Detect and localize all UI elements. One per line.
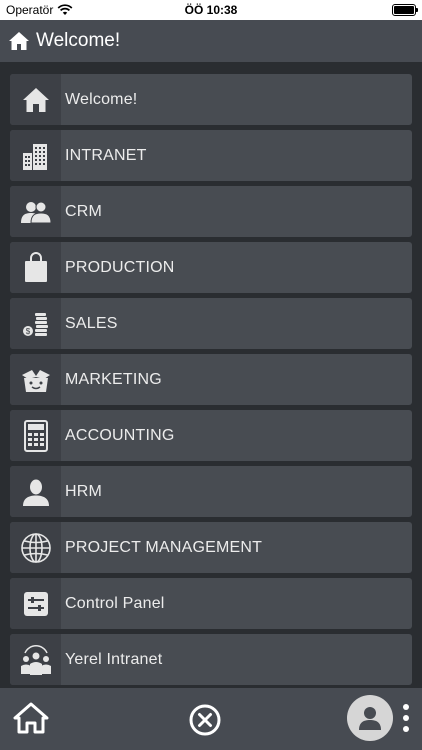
menu-item-label: HRM bbox=[65, 482, 103, 500]
menu-item-crm[interactable]: CRM bbox=[10, 186, 412, 237]
menu-item-label: PRODUCTION bbox=[65, 258, 175, 276]
users-icon bbox=[20, 199, 52, 225]
menu-item-label: Welcome! bbox=[65, 90, 138, 108]
buildings-icon bbox=[21, 141, 51, 171]
svg-text:$: $ bbox=[25, 327, 30, 336]
menu-item-intranet[interactable]: INTRANET bbox=[10, 130, 412, 181]
menu-item-marketing[interactable]: MARKETING bbox=[10, 354, 412, 405]
more-vertical-icon[interactable] bbox=[401, 703, 411, 733]
menu-item-accounting[interactable]: ACCOUNTING bbox=[10, 410, 412, 461]
gift-box-icon bbox=[20, 366, 52, 394]
menu-item-label: CRM bbox=[65, 202, 103, 220]
person-icon bbox=[21, 477, 51, 507]
menu-item-label: PROJECT MANAGEMENT bbox=[65, 538, 263, 556]
shopping-bag-icon bbox=[23, 251, 49, 284]
menu-item-control-panel[interactable]: Control Panel bbox=[10, 578, 412, 629]
home-icon bbox=[21, 86, 51, 114]
menu-item-production[interactable]: PRODUCTION bbox=[10, 242, 412, 293]
close-circle-icon[interactable] bbox=[189, 704, 221, 736]
avatar[interactable] bbox=[347, 695, 393, 741]
home-icon[interactable] bbox=[8, 30, 30, 52]
calculator-icon bbox=[23, 419, 49, 452]
menu-item-hrm[interactable]: HRM bbox=[10, 466, 412, 517]
page-title: Welcome! bbox=[36, 30, 121, 51]
menu-item-label: SALES bbox=[65, 314, 118, 332]
team-icon bbox=[19, 644, 53, 676]
app-header: Welcome! bbox=[0, 20, 422, 62]
menu-item-label: Yerel Intranet bbox=[65, 650, 163, 668]
menu-item-project-management[interactable]: PROJECT MANAGEMENT bbox=[10, 522, 412, 573]
menu-item-label: INTRANET bbox=[65, 146, 147, 164]
main-menu: Welcome! INTRANET CRM PRODUCTION $ SALES… bbox=[10, 74, 412, 690]
menu-item-label: MARKETING bbox=[65, 370, 162, 388]
globe-icon bbox=[20, 532, 52, 564]
menu-item-label: Control Panel bbox=[65, 594, 165, 612]
menu-item-sales[interactable]: $ SALES bbox=[10, 298, 412, 349]
menu-item-label: ACCOUNTING bbox=[65, 426, 175, 444]
status-time: ÖÖ 10:38 bbox=[184, 3, 238, 17]
sliders-icon bbox=[23, 591, 49, 617]
avatar-icon bbox=[357, 705, 383, 731]
menu-item-welcome[interactable]: Welcome! bbox=[10, 74, 412, 125]
status-bar: Operatör ÖÖ 10:38 bbox=[0, 0, 422, 20]
menu-item-local-intranet[interactable]: Yerel Intranet bbox=[10, 634, 412, 685]
bottom-toolbar bbox=[0, 688, 422, 750]
battery-icon bbox=[392, 4, 418, 16]
home-icon[interactable] bbox=[12, 701, 50, 735]
coins-icon: $ bbox=[21, 310, 51, 338]
